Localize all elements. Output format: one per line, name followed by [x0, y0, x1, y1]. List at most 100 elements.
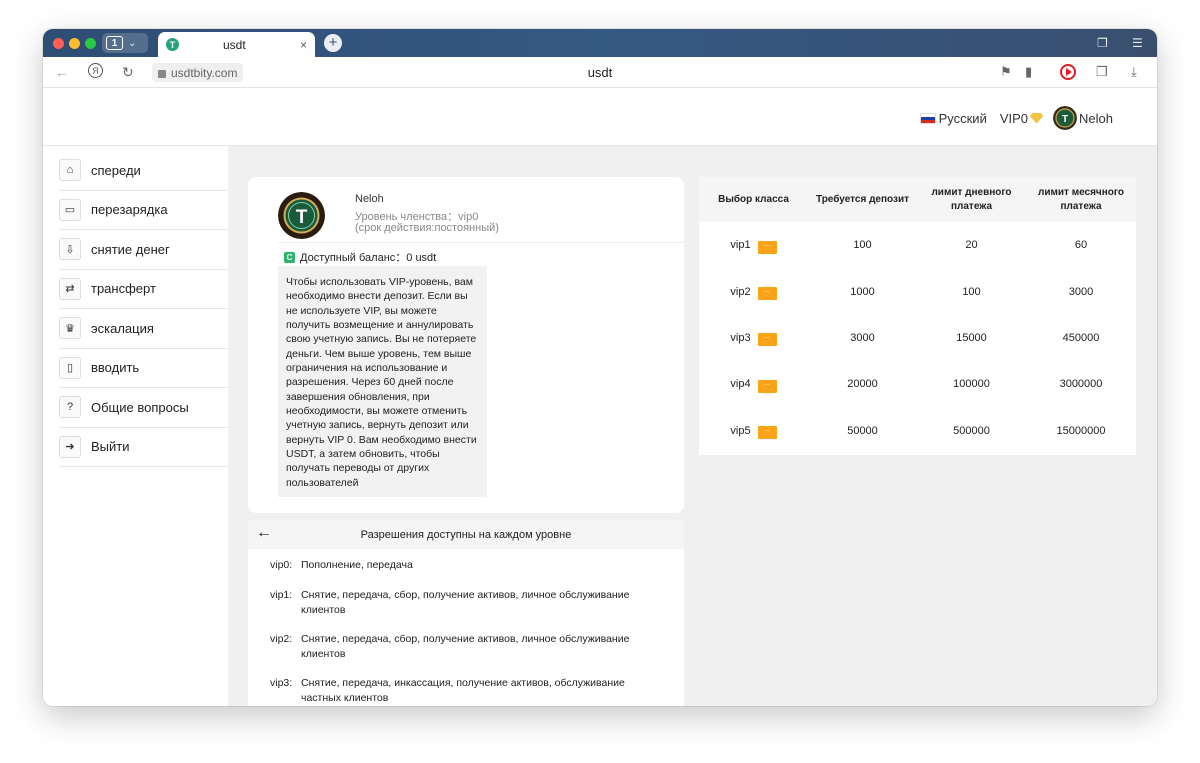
- document-icon: ▯: [59, 356, 81, 379]
- sidebar-item-label: эскалация: [91, 320, 154, 336]
- sidebar-item-transfer[interactable]: ⇄ трансферт: [59, 270, 228, 309]
- deposit-cell: 3000: [850, 331, 875, 344]
- diamond-icon: [1030, 112, 1044, 124]
- reload-icon[interactable]: ↻: [122, 64, 134, 81]
- monthly-limit-cell: 3000: [1068, 285, 1094, 298]
- new-tab-button[interactable]: +: [324, 34, 342, 52]
- sidebar-item-logout[interactable]: ➜ Выйти: [59, 428, 228, 467]
- logout-icon: ➜: [59, 435, 81, 458]
- sidebar-item-deposit[interactable]: ▯ вводить: [59, 349, 228, 388]
- vip-level-label: vip4: [730, 378, 751, 391]
- table-row: vip4... 20000 100000 3000000: [699, 361, 1136, 407]
- sidebar-item-home[interactable]: ⌂ спереди: [59, 151, 228, 191]
- sidebar-item-label: вводить: [91, 360, 140, 376]
- svg-text:T: T: [296, 207, 308, 228]
- tab-overview-button[interactable]: 1 ⌄: [102, 33, 148, 53]
- table-header: Выбор класса Требуется депозит лимит дне…: [699, 177, 1136, 222]
- chevron-down-icon: ⌄: [128, 37, 137, 49]
- upgrade-button[interactable]: ...: [757, 240, 777, 254]
- profile-card: T Neloh Уровень членства：vip0 (срок дейс…: [248, 177, 684, 513]
- upgrade-button[interactable]: ...: [757, 426, 777, 440]
- daily-limit-cell: 500000: [953, 424, 990, 437]
- sidebar-item-withdraw[interactable]: ⇩ снятие денег: [59, 230, 228, 270]
- upgrade-button[interactable]: ...: [757, 333, 777, 347]
- class-cell: vip4...: [699, 361, 808, 407]
- vip-level-label: vip2: [730, 285, 751, 298]
- upgrade-button[interactable]: ...: [757, 379, 777, 393]
- wallet-icon: ▭: [59, 198, 81, 221]
- russia-flag-icon: [919, 112, 936, 124]
- divider: [278, 242, 684, 243]
- permission-row: vip2: Снятие, передача, сбор, получение …: [270, 632, 646, 661]
- tray-download-icon: ⇩: [59, 238, 81, 261]
- transfer-icon: ⇄: [59, 277, 81, 300]
- vip-levels-table: Выбор класса Требуется депозит лимит дне…: [699, 177, 1136, 455]
- close-window-button[interactable]: [53, 38, 64, 49]
- download-icon[interactable]: ⤓: [1131, 64, 1137, 80]
- permission-text: Снятие, передача, сбор, получение активо…: [301, 589, 630, 616]
- vip-level-label: vip3: [730, 331, 751, 344]
- deposit-cell: 50000: [847, 424, 878, 437]
- extensions-icon[interactable]: ❐: [1096, 64, 1108, 80]
- permission-level: vip0:: [270, 559, 293, 571]
- permission-text: Снятие, передача, инкассация, получение …: [301, 677, 625, 704]
- profile-name: Neloh: [355, 193, 384, 205]
- upgrade-button[interactable]: ...: [757, 287, 777, 301]
- vip-level-label: vip5: [730, 424, 751, 437]
- translate-icon[interactable]: ⚑: [1000, 64, 1012, 80]
- table-row: vip2... 1000 100 3000: [699, 268, 1136, 314]
- deposit-cell: 20000: [847, 378, 878, 391]
- sidebar-item-recharge[interactable]: ▭ перезарядка: [59, 191, 228, 230]
- daily-limit-cell: 100: [962, 285, 981, 298]
- column-header-monthly-limit: лимит месячного платежа: [1037, 186, 1125, 212]
- sidebar-item-label: трансферт: [91, 281, 156, 297]
- language-selector[interactable]: Русский: [939, 111, 987, 126]
- back-arrow-icon[interactable]: ←: [55, 64, 69, 80]
- permission-level: vip3:: [270, 677, 293, 689]
- monthly-limit-cell: 60: [1074, 239, 1088, 252]
- header-username[interactable]: Neloh: [1079, 111, 1113, 126]
- column-header-daily-limit: лимит дневного платежа: [931, 186, 1012, 212]
- membership-expiry: (срок действия:постоянный): [355, 222, 499, 234]
- sidebar-item-label: перезарядка: [91, 202, 168, 218]
- site-header: Русский VIP0 T Neloh: [43, 88, 1157, 146]
- minimize-window-button[interactable]: [69, 38, 80, 49]
- sidebar-item-label: Общие вопросы: [91, 399, 189, 415]
- profile-avatar: T: [278, 192, 325, 239]
- deposit-cell: 1000: [850, 285, 875, 298]
- tab-count: 1: [106, 36, 123, 50]
- url-field[interactable]: usdtbity.com: [152, 63, 244, 82]
- question-icon: ?: [59, 396, 81, 419]
- table-row: vip5... 50000 500000 15000000: [699, 408, 1136, 454]
- menu-icon[interactable]: ☰: [1132, 36, 1143, 50]
- avatar[interactable]: T: [1053, 106, 1078, 130]
- url-text: usdtbity.com: [171, 65, 238, 80]
- monthly-limit-cell: 3000000: [1059, 378, 1103, 391]
- sidebar-item-faq[interactable]: ? Общие вопросы: [59, 388, 228, 428]
- tether-favicon-icon: T: [166, 38, 179, 51]
- column-header-deposit: Требуется депозит: [815, 193, 910, 205]
- vip-level-label: vip1: [730, 239, 751, 252]
- vip-level-badge[interactable]: VIP0: [1000, 111, 1028, 126]
- daily-limit-cell: 20: [965, 239, 978, 252]
- close-tab-icon[interactable]: ×: [300, 38, 307, 52]
- class-cell: vip2...: [699, 268, 808, 314]
- permissions-title: Разрешения доступны на каждом уровне: [360, 529, 572, 541]
- tab-usdt[interactable]: T usdt ×: [158, 32, 315, 57]
- sidebar-item-upgrade[interactable]: ♛ эскалация: [59, 309, 228, 349]
- svg-text:T: T: [1062, 114, 1068, 125]
- video-play-icon[interactable]: [1060, 64, 1076, 80]
- maximize-window-button[interactable]: [85, 38, 96, 49]
- address-bar: usdt ← Я ↻ usdtbity.com ⚑ ▮ ❐ ⤓: [43, 57, 1157, 88]
- sidebar: ⌂ спереди ▭ перезарядка ⇩ снятие денег ⇄ тра…: [43, 146, 228, 706]
- collections-icon[interactable]: ❐: [1097, 36, 1108, 50]
- monthly-limit-cell: 450000: [1062, 331, 1100, 344]
- bookmark-icon[interactable]: ▮: [1025, 64, 1032, 80]
- permission-level: vip1:: [270, 589, 293, 601]
- table-row: vip3... 3000 15000 450000: [699, 315, 1136, 361]
- sidebar-item-label: снятие денег: [91, 241, 170, 257]
- yandex-icon[interactable]: Я: [88, 63, 103, 78]
- class-cell: vip3...: [699, 315, 808, 361]
- available-balance: C Доступный баланс：0 usdt: [284, 249, 436, 265]
- column-header-class: Выбор класса: [718, 193, 789, 205]
